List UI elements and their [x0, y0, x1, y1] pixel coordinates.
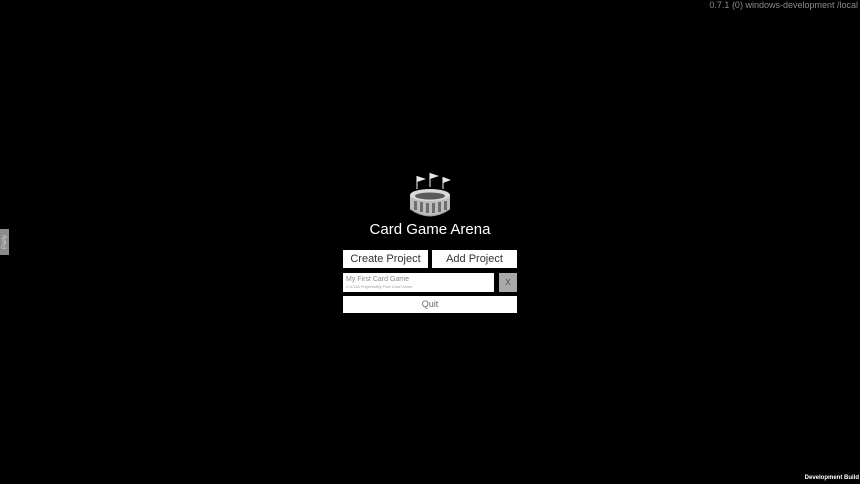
app-title: Card Game Arena	[369, 221, 491, 238]
development-build-label: Development Build	[804, 475, 859, 481]
version-label: 0.7.1 (0) windows-development /local	[709, 0, 858, 10]
quit-button[interactable]: Quit	[343, 296, 517, 313]
add-project-button[interactable]: Add Project	[432, 250, 517, 268]
recent-project-item[interactable]: My First Card Game C:/CGA Projects/My Fi…	[343, 273, 494, 292]
stadium-with-flags-icon	[409, 173, 451, 217]
remove-project-button[interactable]: X	[499, 273, 517, 292]
main-menu-screen: 0.7.1 (0) windows-development /local Par…	[0, 0, 860, 484]
recent-project-path: C:/CGA Projects/My First Card Game	[346, 284, 413, 289]
recent-project-name: My First Card Game	[346, 276, 410, 283]
create-project-button[interactable]: Create Project	[343, 250, 428, 268]
